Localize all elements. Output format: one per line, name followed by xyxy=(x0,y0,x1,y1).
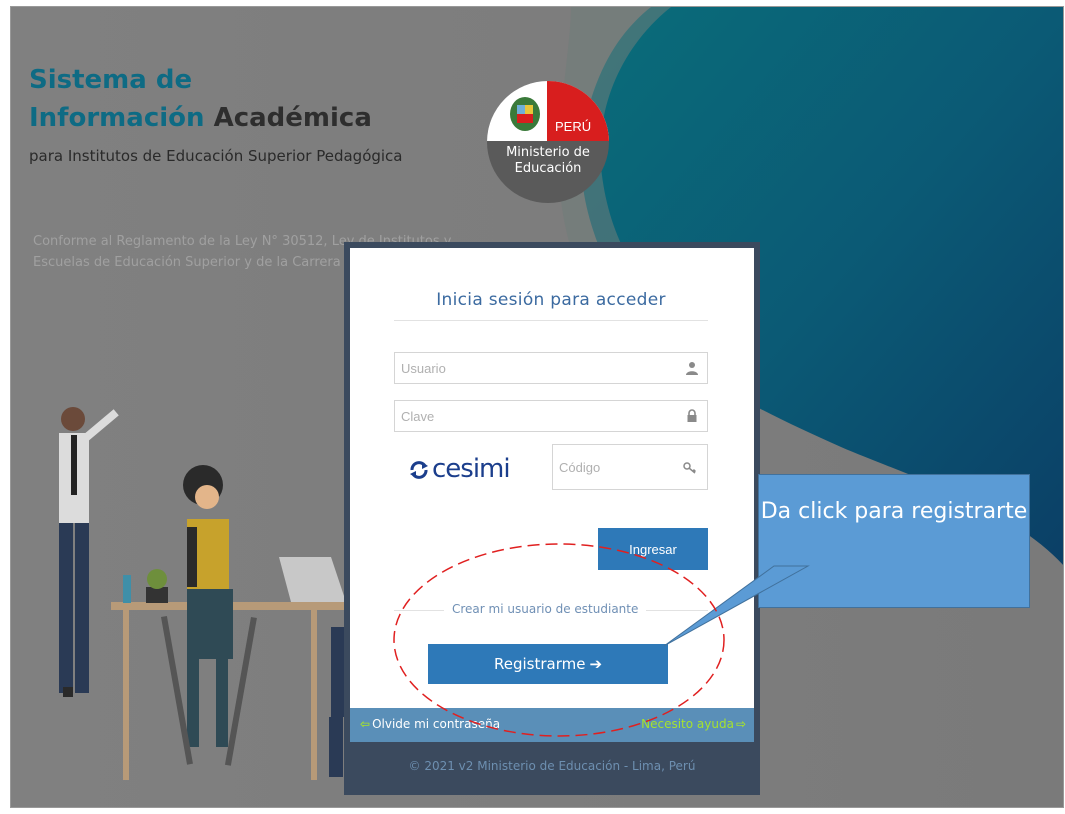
username-field[interactable] xyxy=(394,352,708,384)
login-button[interactable]: Ingresar xyxy=(598,528,708,570)
help-link[interactable]: Necesito ayuda ⇨ xyxy=(641,717,746,731)
forgot-password-label: Olvide mi contraseña xyxy=(372,717,501,731)
app-title-accent: Información xyxy=(29,103,205,133)
code-field[interactable] xyxy=(552,444,708,490)
captcha-image: cesimi xyxy=(408,444,534,496)
coat-of-arms-icon xyxy=(510,97,540,131)
register-button[interactable]: Registrarme ➔ xyxy=(428,644,668,684)
arrow-right-icon: ⇨ xyxy=(735,717,746,731)
captcha-text: cesimi xyxy=(432,454,511,484)
seal-country: PERÚ xyxy=(555,119,592,134)
refresh-icon[interactable] xyxy=(408,460,430,480)
username-input[interactable] xyxy=(395,353,677,383)
app-title-line2: Información Académica xyxy=(29,103,372,133)
key-icon xyxy=(683,462,697,474)
register-caption: Crear mi usuario de estudiante xyxy=(444,602,647,616)
annotation-callout: Da click para registrarte xyxy=(758,474,1030,608)
user-icon xyxy=(686,362,698,375)
title-divider xyxy=(394,320,708,321)
app-title-line1: Sistema de xyxy=(29,65,193,95)
help-label: Necesito ayuda xyxy=(641,717,734,731)
card-links-bar: ⇦ Olvide mi contraseña Necesito ayuda ⇨ xyxy=(350,708,754,742)
password-input[interactable] xyxy=(395,401,677,431)
password-field[interactable] xyxy=(394,400,708,432)
register-button-label: Registrarme xyxy=(493,655,586,673)
ministry-seal: PERÚ Ministerio de Educación xyxy=(487,81,609,203)
login-title: Inicia sesión para acceder xyxy=(436,290,666,310)
login-card: Inicia sesión para acceder cesimi Ing xyxy=(350,248,754,789)
seal-ministry: Ministerio de Educación xyxy=(506,145,590,176)
code-input[interactable] xyxy=(553,445,675,489)
lock-icon xyxy=(687,409,697,422)
people-illustration xyxy=(59,407,371,780)
arrow-left-icon: ⇦ xyxy=(360,717,371,731)
app-subtitle: para Institutos de Educación Superior Pe… xyxy=(29,147,403,165)
copyright: © 2021 v2 Ministerio de Educación - Lima… xyxy=(350,742,754,789)
app-title-dark: Académica xyxy=(213,103,372,133)
arrow-right-icon: ➔ xyxy=(589,655,603,673)
forgot-password-link[interactable]: ⇦ Olvide mi contraseña xyxy=(360,717,500,731)
